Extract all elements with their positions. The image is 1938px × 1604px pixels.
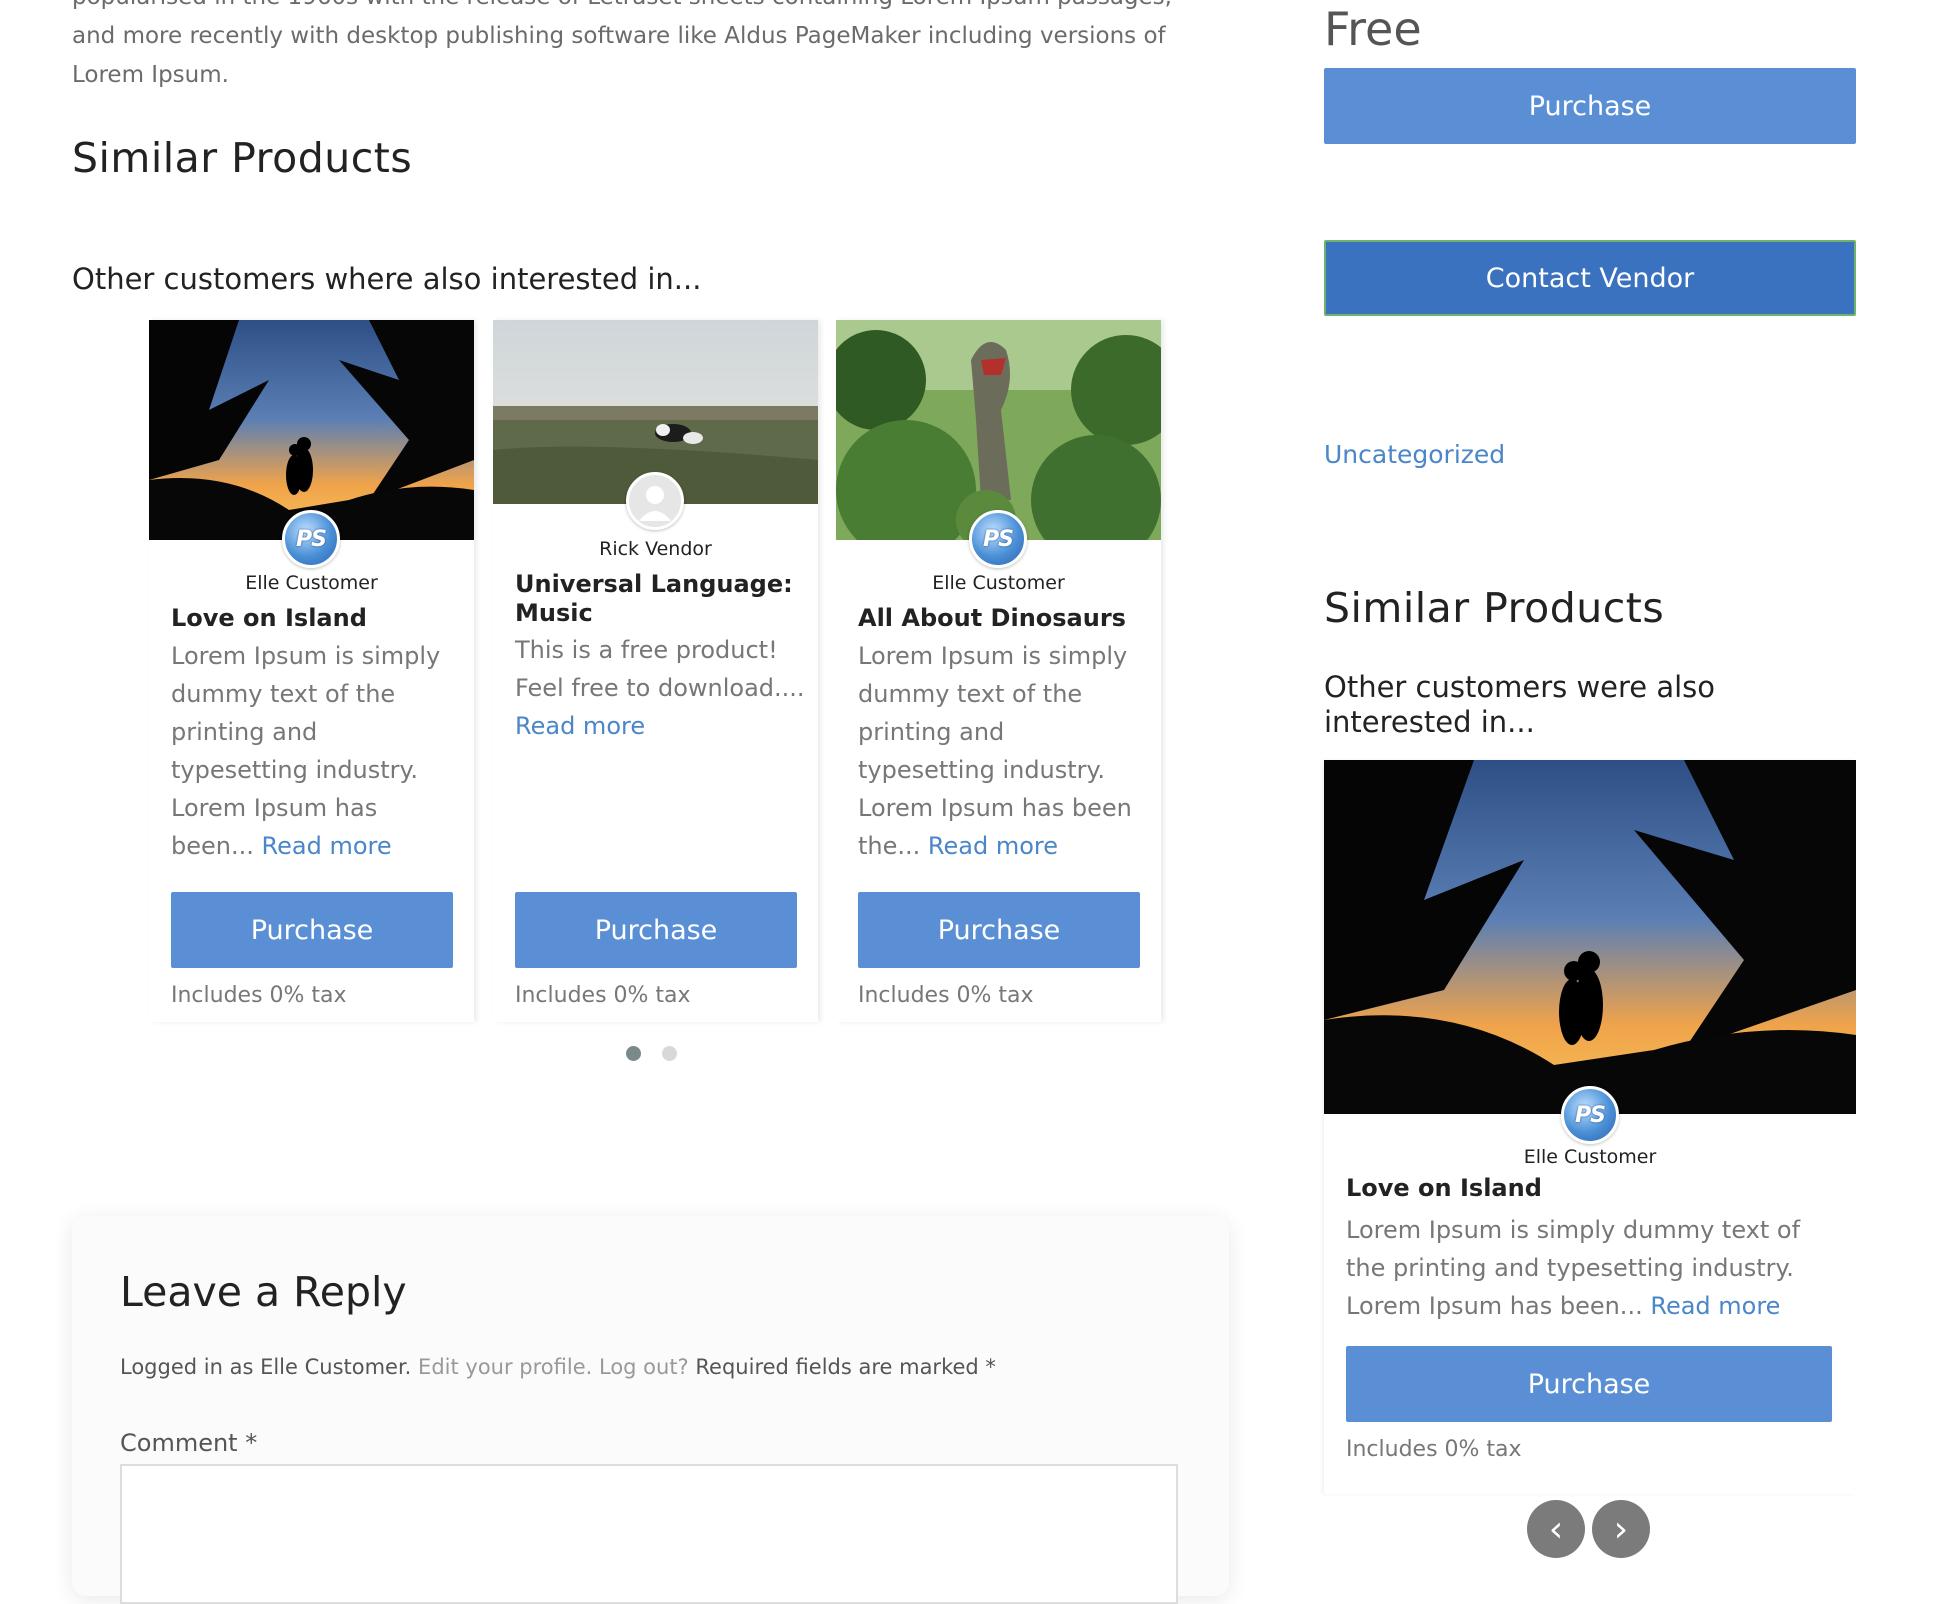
comment-label: Comment * — [120, 1429, 258, 1457]
vendor-name: Elle Customer — [932, 572, 1065, 594]
intro-paragraph: popularised in the 1960s with the releas… — [72, 0, 1252, 95]
purchase-button[interactable]: Purchase — [171, 892, 453, 968]
product-card: PS Elle Customer Love on Island Lorem Ip… — [149, 320, 474, 1022]
product-card: PS Elle Customer All About Dinosaurs Lor… — [836, 320, 1161, 1022]
product-title[interactable]: Universal Language: Music — [515, 570, 805, 628]
log-out-link[interactable]: Log out? — [599, 1355, 689, 1379]
comment-form: Leave a Reply Logged in as Elle Customer… — [72, 1216, 1229, 1604]
read-more-link[interactable]: Read more — [1650, 1292, 1780, 1320]
category-link[interactable]: Uncategorized — [1324, 440, 1505, 469]
vendor-name: Elle Customer — [1523, 1146, 1657, 1168]
vendor-avatar: PS — [969, 510, 1027, 568]
product-card: Rick Vendor Universal Language: Music Th… — [493, 320, 818, 1022]
user-avatar-icon — [626, 472, 684, 530]
sidebar-interested-heading: Other customers were also interested in.… — [1324, 670, 1716, 739]
carousel-dot[interactable] — [662, 1046, 677, 1061]
read-more-link[interactable]: Read more — [515, 712, 645, 740]
product-title[interactable]: Love on Island — [171, 604, 367, 633]
sidebar-similar-heading: Similar Products — [1324, 584, 1665, 632]
tax-note: Includes 0% tax — [515, 983, 691, 1008]
chevron-right-icon[interactable]: › — [1592, 1500, 1650, 1558]
product-title[interactable]: Love on Island — [1346, 1174, 1542, 1203]
read-more-link[interactable]: Read more — [928, 832, 1058, 860]
vendor-avatar: PS — [1561, 1086, 1619, 1144]
product-image[interactable] — [1324, 760, 1856, 1118]
reply-title: Leave a Reply — [120, 1268, 407, 1316]
read-more-link[interactable]: Read more — [262, 832, 392, 860]
vendor-name: Elle Customer — [245, 572, 378, 594]
comment-textarea[interactable] — [120, 1464, 1178, 1604]
product-image[interactable] — [149, 320, 474, 540]
purchase-button[interactable]: Purchase — [858, 892, 1140, 968]
price-label: Free — [1324, 2, 1422, 56]
tax-note: Includes 0% tax — [171, 983, 347, 1008]
product-description: This is a free product! Feel free to dow… — [515, 636, 805, 740]
tax-note: Includes 0% tax — [858, 983, 1034, 1008]
purchase-button[interactable]: Purchase — [1346, 1346, 1832, 1422]
product-description: Lorem Ipsum is simply dummy text of the … — [858, 642, 1132, 860]
product-description: Lorem Ipsum is simply dummy text of the … — [171, 642, 441, 860]
vendor-name: Rick Vendor — [599, 538, 712, 560]
purchase-button[interactable]: Purchase — [515, 892, 797, 968]
tax-note: Includes 0% tax — [1346, 1437, 1522, 1462]
product-title[interactable]: All About Dinosaurs — [858, 604, 1126, 633]
carousel-dot-active[interactable] — [626, 1046, 641, 1061]
intro-line: popularised in the 1960s with the releas… — [72, 0, 1252, 17]
interested-heading: Other customers where also interested in… — [72, 262, 702, 296]
similar-products-heading: Similar Products — [72, 134, 413, 182]
sidebar-product-card: PS Elle Customer Love on Island Lorem Ip… — [1324, 760, 1856, 1494]
contact-vendor-button[interactable]: Contact Vendor — [1324, 240, 1856, 316]
purchase-button[interactable]: Purchase — [1324, 68, 1856, 144]
vendor-avatar: PS — [282, 510, 340, 568]
chevron-left-icon[interactable]: ‹ — [1527, 1500, 1585, 1558]
product-description: Lorem Ipsum is simply dummy text of the … — [1346, 1216, 1801, 1320]
logged-in-note: Logged in as Elle Customer. Edit your pr… — [120, 1355, 996, 1379]
product-image[interactable] — [836, 320, 1161, 540]
intro-line: Lorem Ipsum. — [72, 62, 229, 88]
edit-profile-link[interactable]: Edit your profile. — [418, 1355, 592, 1379]
intro-line: and more recently with desktop publishin… — [72, 23, 1166, 49]
